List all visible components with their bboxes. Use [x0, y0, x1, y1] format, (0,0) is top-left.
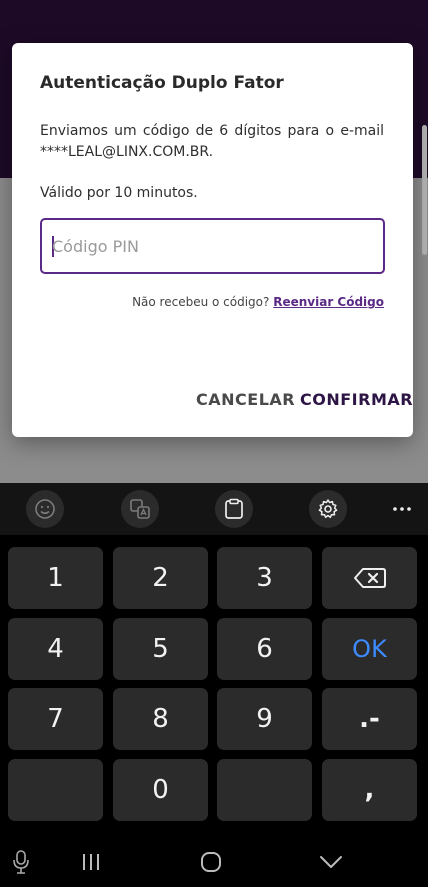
blank-key-right[interactable] [217, 759, 312, 821]
ok-key[interactable]: OK [322, 618, 417, 680]
translate-icon[interactable] [121, 490, 159, 528]
backspace-icon [353, 568, 386, 588]
backspace-key[interactable] [322, 547, 417, 609]
gear-icon[interactable] [309, 490, 347, 528]
key-3[interactable]: 3 [217, 547, 312, 609]
key-1[interactable]: 1 [8, 547, 103, 609]
two-factor-dialog: Autenticação Duplo Fator Enviamos um cód… [12, 43, 413, 437]
pin-field[interactable] [40, 218, 385, 274]
cancel-button[interactable]: CANCELAR [196, 390, 295, 409]
key-5[interactable]: 5 [113, 618, 208, 680]
key-9[interactable]: 9 [217, 688, 312, 750]
numeric-keyboard: 1 2 3 4 5 6 OK 7 8 9 .- 0 , [0, 535, 428, 835]
pin-input[interactable] [52, 220, 372, 272]
key-0[interactable]: 0 [113, 759, 208, 821]
resend-row: Não recebeu o código? Reenviar Código [132, 295, 384, 309]
back-icon[interactable] [318, 849, 344, 875]
key-4[interactable]: 4 [8, 618, 103, 680]
recents-icon[interactable] [78, 849, 104, 875]
resend-prompt: Não recebeu o código? [132, 295, 270, 309]
clipboard-icon[interactable] [215, 490, 253, 528]
resend-code-link[interactable]: Reenviar Código [273, 295, 384, 309]
dialog-title: Autenticação Duplo Fator [40, 73, 284, 93]
key-7[interactable]: 7 [8, 688, 103, 750]
keyboard-toolbar [0, 483, 428, 535]
more-icon[interactable] [383, 490, 421, 528]
emoji-icon[interactable] [26, 490, 64, 528]
comma-key[interactable]: , [322, 759, 417, 821]
home-icon[interactable] [198, 849, 224, 875]
key-2[interactable]: 2 [113, 547, 208, 609]
scrollbar[interactable] [422, 125, 427, 255]
key-8[interactable]: 8 [113, 688, 208, 750]
dot-dash-key[interactable]: .- [322, 688, 417, 750]
key-6[interactable]: 6 [217, 618, 312, 680]
mic-icon[interactable] [8, 849, 34, 875]
system-navigation-bar [0, 835, 428, 887]
blank-key-left[interactable] [8, 759, 103, 821]
dialog-message: Enviamos um código de 6 dígitos para o e… [40, 123, 384, 160]
validity-text: Válido por 10 minutos. [40, 185, 198, 201]
confirm-button[interactable]: CONFIRMAR [300, 390, 413, 409]
